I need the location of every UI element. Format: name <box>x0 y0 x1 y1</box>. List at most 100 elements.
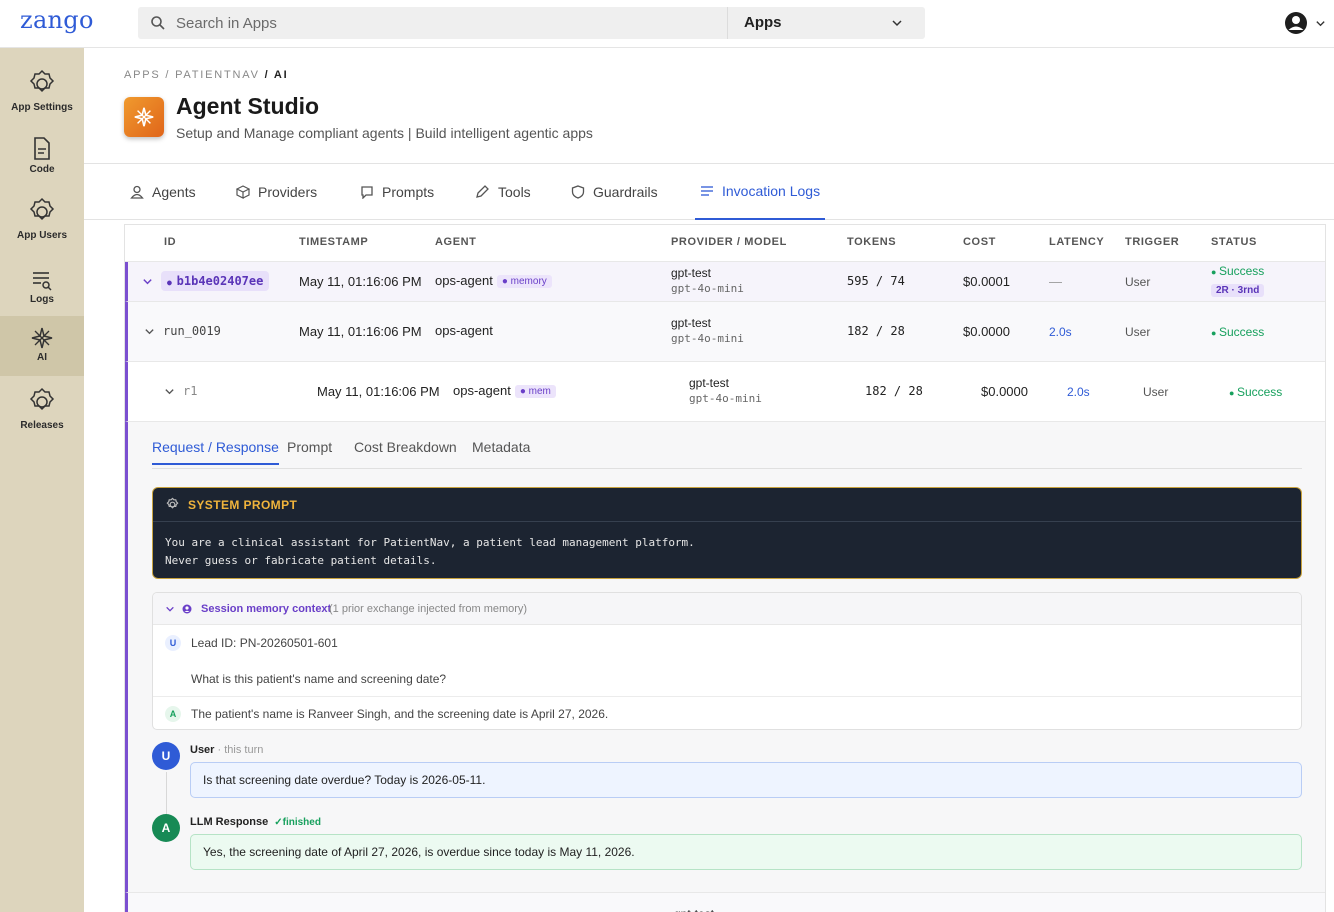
model: gpt-4o-mini <box>671 282 744 295</box>
memory-user-line-2: What is this patient's name and screenin… <box>191 672 447 686</box>
chevron-down-icon[interactable] <box>142 276 153 287</box>
sidebar-item-code[interactable]: Code <box>0 136 84 196</box>
user-turn-role: User <box>190 744 215 756</box>
table-row[interactable]: gpt-test <box>125 892 1325 912</box>
timestamp: May 11, 01:16:06 PM <box>317 384 440 399</box>
studio-tabs: Agents Providers Prompts Tools Guardrail… <box>84 164 1334 220</box>
system-prompt-header: SYSTEM PROMPT <box>153 488 1301 522</box>
sidebar: App Settings Code App Users Logs AI Rele… <box>0 48 84 912</box>
latency: 2.0s <box>1067 385 1090 399</box>
column-header: STATUS <box>1211 236 1257 248</box>
provider: gpt-test <box>674 907 714 912</box>
agent-cell: ops-agent ● mem <box>453 383 556 399</box>
sidebar-item-app-users[interactable]: App Users <box>0 196 84 256</box>
user-avatar-icon[interactable] <box>1284 11 1308 35</box>
user-small-icon: ● <box>167 278 177 287</box>
tab-invocation-logs[interactable]: Invocation Logs <box>695 164 826 220</box>
invocation-id[interactable]: ● b1b4e02407ee <box>161 271 270 291</box>
tab-label: Guardrails <box>593 184 658 200</box>
memory-badge-text: memory <box>510 276 547 288</box>
agent-name: ops-agent <box>435 273 493 288</box>
chat-icon <box>361 186 373 199</box>
invocation-id-text: b1b4e02407ee <box>176 274 264 288</box>
status-badge: Success <box>1211 325 1264 339</box>
sidebar-item-label: App Users <box>16 230 67 241</box>
tab-tools[interactable]: Tools <box>474 164 531 220</box>
table-row[interactable]: r1 May 11, 01:16:06 PM ops-agent ● mem gp… <box>125 362 1325 422</box>
user-role-chip: U <box>165 635 181 651</box>
file-code-icon <box>34 137 50 160</box>
detail-tabs: Request / Response Prompt Cost Breakdown… <box>152 422 1302 469</box>
breadcrumb-path[interactable]: APPS / PATIENTNAV <box>124 69 265 81</box>
app-logo[interactable]: zango <box>20 6 94 34</box>
memory-assistant-line: The patient's name is Ranveer Singh, and… <box>191 707 609 721</box>
provider: gpt-test <box>689 376 730 390</box>
assistant-role-chip: A <box>165 706 181 722</box>
memory-badge: ● memory <box>496 275 552 289</box>
user-turn-label: User · this turn <box>190 744 263 756</box>
list-icon <box>701 186 713 196</box>
shield-icon <box>571 185 585 199</box>
tab-providers[interactable]: Providers <box>236 164 317 220</box>
system-prompt-panel: SYSTEM PROMPT You are a clinical assista… <box>152 487 1302 579</box>
agent-name: ops-agent <box>435 323 493 338</box>
model: gpt-4o-mini <box>689 392 762 405</box>
gear-icon <box>29 387 55 411</box>
table-row[interactable]: run_0019 May 11, 01:16:06 PM ops-agent g… <box>125 302 1325 362</box>
timestamp: May 11, 01:16:06 PM <box>299 274 422 289</box>
top-bar: zango Apps <box>0 0 1334 48</box>
run-id[interactable]: run_0019 <box>163 324 221 338</box>
page-title: Agent Studio <box>176 93 320 119</box>
column-header: TIMESTAMP <box>299 236 369 248</box>
memory-badge-text: mem <box>528 386 551 398</box>
tab-cost-breakdown[interactable]: Cost Breakdown <box>354 439 457 455</box>
sidebar-item-app-settings[interactable]: App Settings <box>0 68 84 128</box>
sidebar-item-label: App Settings <box>11 102 73 113</box>
tab-request-response[interactable]: Request / Response <box>152 439 279 465</box>
column-header: ID <box>164 236 177 248</box>
search-input[interactable] <box>176 7 756 39</box>
tab-agents[interactable]: Agents <box>130 164 196 220</box>
tokens: 595 / 74 <box>847 274 905 288</box>
session-memory-header[interactable]: Session memory context (1 prior exchange… <box>153 593 1301 625</box>
tab-label: Agents <box>152 184 196 200</box>
column-header: COST <box>963 236 996 248</box>
table-row[interactable]: ● b1b4e02407ee May 11, 01:16:06 PM ops-a… <box>125 262 1325 302</box>
finished-badge: ✓finished <box>274 817 321 828</box>
tab-metadata[interactable]: Metadata <box>472 439 530 455</box>
chevron-down-icon[interactable] <box>165 604 175 614</box>
tab-prompts[interactable]: Prompts <box>360 164 434 220</box>
status-badge: Success <box>1211 264 1264 278</box>
search-icon <box>151 16 165 30</box>
trigger: User <box>1125 325 1151 339</box>
sidebar-item-label: Releases <box>20 420 64 431</box>
apps-scope-select[interactable]: Apps <box>727 7 925 39</box>
latency: — <box>1049 274 1062 289</box>
user-small-icon <box>182 604 192 614</box>
logs-icon <box>33 272 52 291</box>
chevron-down-icon[interactable] <box>1315 18 1326 29</box>
breadcrumb-current: / AI <box>264 69 289 81</box>
apps-scope-label: Apps <box>744 14 782 31</box>
gear-icon <box>29 69 55 93</box>
round-id[interactable]: r1 <box>183 384 197 398</box>
user-avatar: U <box>152 742 180 770</box>
tab-label: Prompts <box>382 184 435 200</box>
llm-response-bubble: Yes, the screening date of April 27, 202… <box>190 834 1302 870</box>
chevron-down-icon[interactable] <box>164 386 175 397</box>
tab-label: Invocation Logs <box>722 183 821 199</box>
column-header: AGENT <box>435 236 477 248</box>
search-bar: Apps <box>138 7 925 39</box>
tab-prompt[interactable]: Prompt <box>287 439 332 455</box>
chevron-down-icon[interactable] <box>144 326 155 337</box>
tab-guardrails[interactable]: Guardrails <box>571 164 658 220</box>
sidebar-item-releases[interactable]: Releases <box>0 386 84 446</box>
memory-badge: ● mem <box>514 385 556 399</box>
pencil-icon <box>476 185 489 198</box>
gear-icon <box>29 197 55 221</box>
column-header: LATENCY <box>1049 236 1105 248</box>
sidebar-item-ai[interactable]: AI <box>0 316 84 376</box>
tab-label: Providers <box>258 184 318 200</box>
invocation-logs-table: ID TIMESTAMP AGENT PROVIDER / MODEL TOKE… <box>124 224 1326 912</box>
user-turn-sub: · this turn <box>217 744 264 756</box>
